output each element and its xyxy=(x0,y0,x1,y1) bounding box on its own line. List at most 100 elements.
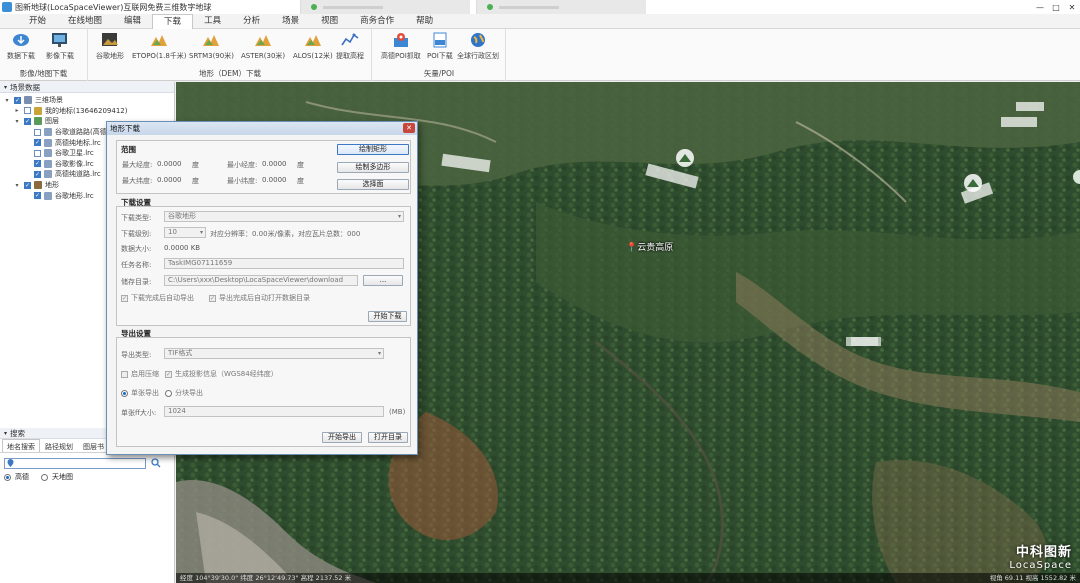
browse-button[interactable]: ... xyxy=(363,275,403,286)
tree-item[interactable]: ▾ ✓ 三维场景 xyxy=(0,95,174,106)
aster-button[interactable]: ASTER(30米) xyxy=(241,32,285,61)
amap-poi-button[interactable]: 高德POI抓取 xyxy=(381,32,421,61)
tab-route-planning[interactable]: 路径规划 xyxy=(40,439,78,452)
tree-expander-icon[interactable]: ▾ xyxy=(13,118,21,125)
download-level-label: 下载级别: xyxy=(121,230,152,238)
auto-export-checkbox[interactable]: ✓ 下载完成后自动导出 xyxy=(121,293,194,303)
poi-download-button[interactable]: POI下载 xyxy=(427,32,453,61)
extract-elevation-button[interactable]: 提取高程 xyxy=(336,32,364,61)
tree-item-checkbox[interactable]: ✓ xyxy=(24,181,31,189)
tree-expander-icon[interactable]: ▾ xyxy=(3,97,11,104)
layer-icon xyxy=(44,191,52,200)
georef-checkbox[interactable]: ✓ 生成投影信息（WGS84经纬度） xyxy=(165,369,278,379)
tree-item-checkbox[interactable]: ✓ xyxy=(34,170,41,178)
menu-item[interactable]: 分析 xyxy=(232,14,271,29)
dialog-close-button[interactable]: ✕ xyxy=(403,123,415,133)
menu-item[interactable]: 场景 xyxy=(271,14,310,29)
etopo-button[interactable]: ETOPO(1.8千米) xyxy=(132,32,187,61)
draw-polygon-button[interactable]: 绘制多边形 xyxy=(337,162,409,173)
start-download-button[interactable]: 开始下载 xyxy=(368,311,407,322)
tab-place-search[interactable]: 地名搜索 xyxy=(2,439,40,452)
search-input[interactable] xyxy=(4,457,146,469)
tree-item-checkbox[interactable]: ✓ xyxy=(24,117,31,125)
tree-item-checkbox[interactable]: ✓ xyxy=(14,96,21,104)
menu-item[interactable]: 工具 xyxy=(193,14,232,29)
admin-division-button[interactable]: 全球行政区划 xyxy=(457,32,499,61)
layer-icon xyxy=(44,170,52,179)
download-level-select[interactable]: 10 ▾ xyxy=(164,227,206,238)
close-button[interactable]: ✕ xyxy=(1064,0,1080,14)
unit-label: 度 xyxy=(192,161,199,169)
open-directory-button[interactable]: 打开目录 xyxy=(368,432,408,443)
menu-item[interactable]: 开始 xyxy=(18,14,57,29)
background-tab[interactable] xyxy=(300,0,470,14)
menu-item[interactable]: 下载 xyxy=(152,14,194,29)
imagery-download-button[interactable]: 影像下载 xyxy=(46,32,74,61)
map-status-bar: 经度 104°39'30.0" 纬度 26°12'49.73" 高程 2137.… xyxy=(176,573,1080,583)
tree-item-checkbox[interactable]: ✓ xyxy=(34,139,41,147)
draw-rectangle-button[interactable]: 绘制矩形 xyxy=(337,144,409,155)
start-export-button[interactable]: 开始导出 xyxy=(322,432,362,443)
export-type-select[interactable]: TIF格式 ▾ xyxy=(164,348,384,359)
storage-dir-input[interactable]: C:\Users\xxx\Desktop\LocaSpaceViewer\dow… xyxy=(164,275,358,286)
layer-icon xyxy=(44,128,52,137)
elevation-chart-icon xyxy=(341,32,359,48)
google-terrain-button[interactable]: 谷歌地形 xyxy=(96,32,124,61)
placemark[interactable]: 📍云贵高原 xyxy=(626,240,673,253)
menu-item[interactable]: 商务合作 xyxy=(349,14,405,29)
window-title: 图新地球(LocaSpaceViewer)互联网免费三维数字地球 xyxy=(15,2,212,12)
srtm3-button[interactable]: SRTM3(90米) xyxy=(189,32,234,61)
ribbon-group-label: 影像/地图下载 xyxy=(19,69,68,78)
terrain-icon xyxy=(254,32,272,48)
tree-item-checkbox[interactable] xyxy=(34,128,41,136)
tree-expander-icon[interactable]: ▸ xyxy=(13,107,21,114)
background-tab[interactable] xyxy=(476,0,646,14)
min-lat-label: 最小纬度: xyxy=(227,177,258,185)
tree-expander-icon[interactable]: ▾ xyxy=(13,182,21,189)
ribbon-group-vector: 高德POI抓取 POI下载 全球行政区划 矢量/POI xyxy=(373,29,506,81)
menu-bar: 开始 在线地图 编辑 下载 工具 分析 场景 视图 商务合作 帮助 xyxy=(0,14,1080,29)
compress-checkbox[interactable]: 启用压缩 xyxy=(121,369,159,379)
camera-info: 视角 69.11 视高 1552.82 米 xyxy=(989,574,1076,582)
task-name-input[interactable]: TaskIMG07111659 xyxy=(164,258,404,269)
tree-item-checkbox[interactable] xyxy=(34,149,41,157)
terrain-icon xyxy=(304,32,322,48)
tree-item[interactable]: ▸ 我的地标(13646209412) xyxy=(0,106,174,117)
download-type-select[interactable]: 谷歌地形 ▾ xyxy=(164,211,404,222)
placemark-pin-icon: 📍 xyxy=(626,243,638,253)
placemark-label: 云贵高原 xyxy=(637,243,674,253)
tree-item-label: 谷歌道路路(高德) xyxy=(55,128,110,137)
search-row xyxy=(0,455,175,471)
source-radio-tianditu[interactable] xyxy=(41,473,48,481)
dialog-title-bar[interactable]: 地形下载 ✕ xyxy=(107,122,417,135)
minimize-button[interactable]: — xyxy=(1032,0,1048,14)
search-icon[interactable] xyxy=(151,458,161,468)
select-surface-button[interactable]: 选择面 xyxy=(337,179,409,190)
max-size-label: 单张ff大小: xyxy=(121,409,157,417)
menu-item[interactable]: 在线地图 xyxy=(57,14,113,29)
tree-item-label: 谷歌地形.lrc xyxy=(55,191,94,200)
tab-layer-book[interactable]: 图层书 xyxy=(78,439,109,452)
alos-button[interactable]: ALOS(12米) xyxy=(293,32,333,61)
tree-item-checkbox[interactable]: ✓ xyxy=(34,192,41,200)
max-size-input[interactable]: 1024 xyxy=(164,406,384,417)
location-pin-icon xyxy=(7,459,14,467)
menu-item[interactable]: 视图 xyxy=(310,14,349,29)
auto-open-checkbox[interactable]: ✓ 导出完成后自动打开数据目录 xyxy=(209,293,310,303)
background-windows xyxy=(300,0,652,14)
cursor-coordinates: 经度 104°39'30.0" 纬度 26°12'49.73" 高程 2137.… xyxy=(180,574,352,582)
min-lon-label: 最小经度: xyxy=(227,161,258,169)
min-lat-value: 0.0000 xyxy=(262,176,287,184)
maximize-button[interactable]: □ xyxy=(1048,0,1064,14)
tree-item-label: 地形 xyxy=(45,181,59,190)
source-radio-amap[interactable] xyxy=(4,473,11,481)
tree-item-checkbox[interactable] xyxy=(24,107,31,115)
tree-item-label: 谷歌影像.lrc xyxy=(55,159,94,168)
tree-item-checkbox[interactable]: ✓ xyxy=(34,160,41,168)
data-download-button[interactable]: 数据下载 xyxy=(7,32,35,61)
tiled-export-radio[interactable]: 分块导出 xyxy=(165,388,203,398)
single-export-radio[interactable]: 单张导出 xyxy=(121,388,159,398)
scene-panel-header[interactable]: ▾ 场景数据 xyxy=(0,82,174,93)
menu-item[interactable]: 帮助 xyxy=(405,14,444,29)
menu-item[interactable]: 编辑 xyxy=(113,14,152,29)
